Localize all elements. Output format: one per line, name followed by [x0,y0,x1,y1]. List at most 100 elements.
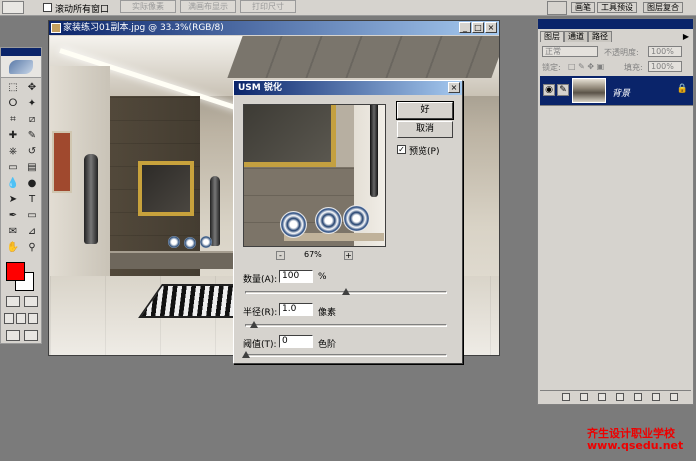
palette-well-icon[interactable] [547,1,567,15]
threshold-label: 阈值(T): [243,340,277,350]
screen-mode-full-icon[interactable] [28,313,38,324]
document-icon [51,23,61,33]
visibility-eye-icon[interactable]: ◉ [543,84,555,96]
layer-name: 背景 [612,89,631,99]
amount-input[interactable]: 100 [279,270,313,283]
blend-mode-select[interactable]: 正常 [542,46,598,57]
jump-to-imageready-icon[interactable] [6,330,20,341]
hand-tool-preset-icon[interactable] [2,1,24,14]
tab-paths[interactable]: 路径 [588,31,612,42]
zoom-out-button[interactable]: - [276,251,285,260]
options-bar: 滚动所有窗口 实际像素 满画布显示 打印尺寸 画笔 工具预设 图层复合 [0,0,696,16]
layer-thumbnail [572,78,606,103]
document-titlebar[interactable]: 家装练习01副本.jpg @ 33.3%(RGB/8) _ □ × [49,21,499,35]
maximize-button[interactable]: □ [472,22,484,33]
watermark-url: www.qsedu.net [587,439,684,452]
photoshop-logo[interactable] [1,56,41,78]
radius-unit: 像素 [318,308,337,318]
panel-menu-icon[interactable]: ▶ [683,32,689,41]
move-icon[interactable]: ✥ [24,81,40,94]
ok-button[interactable]: 好 [396,101,454,120]
scroll-all-windows-checkbox[interactable] [43,3,52,12]
mask-icon[interactable] [598,393,606,401]
amount-slider[interactable] [245,288,447,295]
zoom-icon[interactable]: ⚲ [24,241,40,254]
cancel-button[interactable]: 取消 [397,121,453,138]
fill-input[interactable]: 100% [648,61,682,72]
threshold-input[interactable]: 0 [279,335,313,348]
trash-icon[interactable] [670,393,678,401]
unsharp-mask-dialog: USM 锐化 × - 67% + 好 取消 ✓ 预览(P) 数量(A): 100… [233,80,463,364]
threshold-slider[interactable] [242,351,447,358]
fill-label: 填充: [624,63,643,72]
preview-image[interactable] [243,104,386,247]
tab-layers[interactable]: 图层 [540,31,564,42]
foreground-color-swatch[interactable] [6,262,25,281]
lasso-icon[interactable]: ⵔ [5,97,21,110]
new-set-icon[interactable] [616,393,624,401]
brush-icon[interactable]: ✎ [24,129,40,142]
brush-link-icon[interactable]: ✎ [557,84,569,96]
notes-icon[interactable]: ✉ [5,225,21,238]
adjustment-layer-icon[interactable] [634,393,642,401]
dialog-title: USM 锐化 [238,83,282,93]
link-layers-icon[interactable] [562,393,570,401]
preview-label: 预览(P) [409,147,440,157]
lock-icons[interactable]: □ ✎ ✥ ▣ [568,62,604,71]
document-title: 家装练习01副本.jpg @ 33.3%(RGB/8) [63,23,224,33]
type-icon[interactable]: T [24,193,40,206]
amount-slider-thumb[interactable] [342,288,350,295]
dodge-icon[interactable]: ● [24,177,40,190]
dialog-close-button[interactable]: × [448,82,460,93]
preview-checkbox[interactable]: ✓ [397,145,406,154]
layers-footer [540,390,691,402]
magic-wand-icon[interactable]: ✦ [24,97,40,110]
dialog-titlebar[interactable]: USM 锐化 × [234,81,462,95]
print-size-button[interactable]: 打印尺寸 [240,0,296,13]
screen-mode-standard-icon[interactable] [4,313,14,324]
gradient-icon[interactable]: ▤ [24,161,40,174]
eraser-icon[interactable]: ▭ [5,161,21,174]
tools-palette: ⬚ ✥ ⵔ ✦ ⌗ ⧄ ✚ ✎ ⎈ ↺ ▭ ▤ 💧 ● ➤ T ✒ ▭ ✉ ⊿ ✋ ⚲ [0,47,42,344]
layer-row-background[interactable]: ◉ ✎ 背景 🔒 [540,76,693,106]
eyedropper-icon[interactable]: ⊿ [24,225,40,238]
radius-slider[interactable] [245,321,447,328]
tab-layer-comps[interactable]: 图层复合 [643,2,683,13]
tools-palette-titlebar[interactable] [1,48,41,56]
pen-icon[interactable]: ✒ [5,209,21,222]
marquee-icon[interactable]: ⬚ [5,81,21,94]
tab-channels[interactable]: 通道 [564,31,588,42]
tab-tool-presets[interactable]: 工具预设 [597,2,637,13]
threshold-slider-thumb[interactable] [242,351,250,358]
opacity-input[interactable]: 100% [648,46,682,57]
radius-label: 半径(R): [243,308,278,318]
slice-icon[interactable]: ⧄ [24,113,40,126]
lock-label: 锁定: [542,63,561,72]
amount-unit: % [318,272,327,282]
fit-screen-button[interactable]: 满画布显示 [180,0,236,13]
new-layer-icon[interactable] [652,393,660,401]
close-button[interactable]: × [485,22,497,33]
radius-input[interactable]: 1.0 [279,303,313,316]
crop-icon[interactable]: ⌗ [5,113,21,126]
edit-in-imageready-icon[interactable] [24,330,38,341]
minimize-button[interactable]: _ [459,22,471,33]
screen-mode-menu-icon[interactable] [16,313,26,324]
layers-panel-titlebar[interactable] [538,19,693,29]
healing-icon[interactable]: ✚ [5,129,21,142]
standard-mode-icon[interactable] [6,296,20,307]
blur-icon[interactable]: 💧 [5,177,21,190]
layer-style-icon[interactable] [580,393,588,401]
radius-slider-thumb[interactable] [250,321,258,328]
shape-icon[interactable]: ▭ [24,209,40,222]
opacity-label: 不透明度: [604,48,639,57]
stamp-icon[interactable]: ⎈ [5,145,21,158]
tab-brushes[interactable]: 画笔 [571,2,595,13]
actual-pixels-button[interactable]: 实际像素 [120,0,176,13]
scroll-all-windows-label: 滚动所有窗口 [55,5,110,15]
zoom-in-button[interactable]: + [344,251,353,260]
history-brush-icon[interactable]: ↺ [24,145,40,158]
hand-icon[interactable]: ✋ [5,241,21,254]
quick-mask-icon[interactable] [24,296,38,307]
path-select-icon[interactable]: ➤ [5,193,21,206]
